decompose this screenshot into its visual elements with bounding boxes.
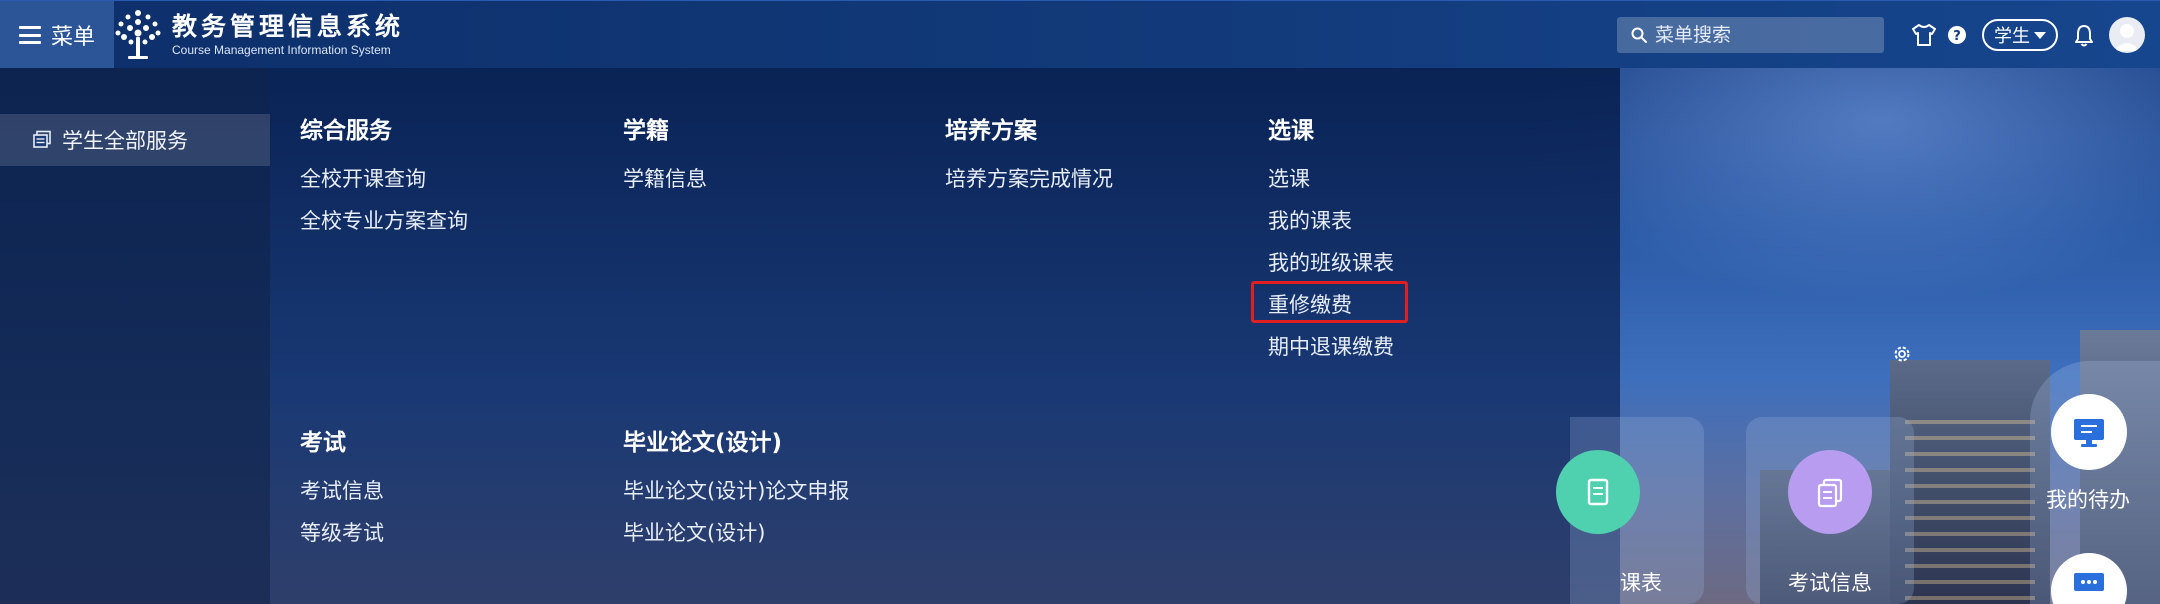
help-icon[interactable]: ? [1943,21,1971,49]
menu-link-exam-info[interactable]: 考试信息 [300,470,600,512]
menu-link-student-status-info[interactable]: 学籍信息 [623,158,923,200]
sidebar-item-all-student-services[interactable]: 学生全部服务 [0,114,270,166]
menu-group-graduation-thesis: 毕业论文(设计) 毕业论文(设计)论文申报 毕业论文(设计) [623,428,923,554]
mega-menu-panel: 综合服务 全校开课查询 全校专业方案查询 学籍 学籍信息 培养方案 培养方案完成… [270,68,1620,604]
bell-icon[interactable] [2070,21,2098,49]
role-label: 学生 [1994,26,2030,47]
menu-link-class-timetable[interactable]: 我的班级课表 [1268,242,1568,284]
chevron-down-icon [2034,31,2046,39]
menu-group-student-status: 学籍 学籍信息 [623,116,923,200]
user-avatar[interactable] [2109,17,2145,53]
menu-link-all-course-query[interactable]: 全校开课查询 [300,158,600,200]
top-header: 菜单 教务管理信息系统 Course Management Informatio… [0,0,2160,69]
document-icon [1556,450,1640,534]
menu-group-training-plan: 培养方案 培养方案完成情况 [945,116,1245,200]
documents-icon [1788,450,1872,534]
quick-card-timetable[interactable]: 课表 [1556,417,1704,604]
menu-link-course-selection[interactable]: 选课 [1268,158,1568,200]
menu-group-title: 毕业论文(设计) [623,430,783,456]
system-logo[interactable]: 教务管理信息系统 Course Management Information S… [114,9,404,61]
menu-group-title: 培养方案 [945,118,1037,144]
quick-card-label: 课表 [1620,571,1662,595]
highlight-annotation-box [1251,281,1408,323]
menu-group-title: 综合服务 [300,118,392,144]
menu-toggle-label: 菜单 [50,25,95,50]
menu-link-thesis-application[interactable]: 毕业论文(设计)论文申报 [623,470,923,512]
monitor-icon [2074,419,2104,447]
menu-search-input[interactable] [1655,24,1875,46]
chat-icon [2074,573,2104,591]
menu-group-title: 选课 [1268,118,1314,144]
user-icon [2114,24,2140,51]
shirt-skin-icon[interactable] [1910,21,1938,49]
menu-search-box[interactable] [1617,17,1884,53]
menu-group-title: 学籍 [623,118,669,144]
menu-link-level-exam[interactable]: 等级考试 [300,512,600,554]
search-icon [1631,27,1647,43]
settings-gear-icon[interactable] [1891,343,1913,365]
role-switch-dropdown[interactable]: 学生 [1982,19,2058,51]
logo-tree-icon [115,10,161,59]
hamburger-icon [18,26,41,44]
menu-link-midterm-withdraw-payment[interactable]: 期中退课缴费 [1268,326,1568,368]
menu-group-exams: 考试 考试信息 等级考试 [300,428,600,554]
logo-subtitle: Course Management Information System [172,43,391,57]
background-building-windows [1905,420,2035,600]
menu-link-all-major-plan-query[interactable]: 全校专业方案查询 [300,200,600,242]
left-sidebar: 学生全部服务 [0,68,270,604]
svg-text:?: ? [1953,29,1961,44]
menu-link-thesis-design[interactable]: 毕业论文(设计) [623,512,923,554]
menu-group-course-selection: 选课 选课 我的课表 我的班级课表 重修缴费 期中退课缴费 [1268,116,1568,368]
card-stack-icon [33,130,51,148]
todo-button[interactable] [2051,394,2127,470]
menu-link-training-plan-progress[interactable]: 培养方案完成情况 [945,158,1245,200]
todo-label: 我的待办 [2046,488,2130,512]
menu-link-my-timetable[interactable]: 我的课表 [1268,200,1568,242]
quick-card-exam-info[interactable]: 考试信息 [1746,417,1914,604]
sidebar-item-label: 学生全部服务 [62,129,188,153]
quick-card-label: 考试信息 [1788,571,1872,595]
menu-group-general-services: 综合服务 全校开课查询 全校专业方案查询 [300,116,600,242]
menu-toggle-button[interactable]: 菜单 [0,1,114,69]
logo-title: 教务管理信息系统 [172,12,405,41]
menu-group-title: 考试 [300,430,346,456]
